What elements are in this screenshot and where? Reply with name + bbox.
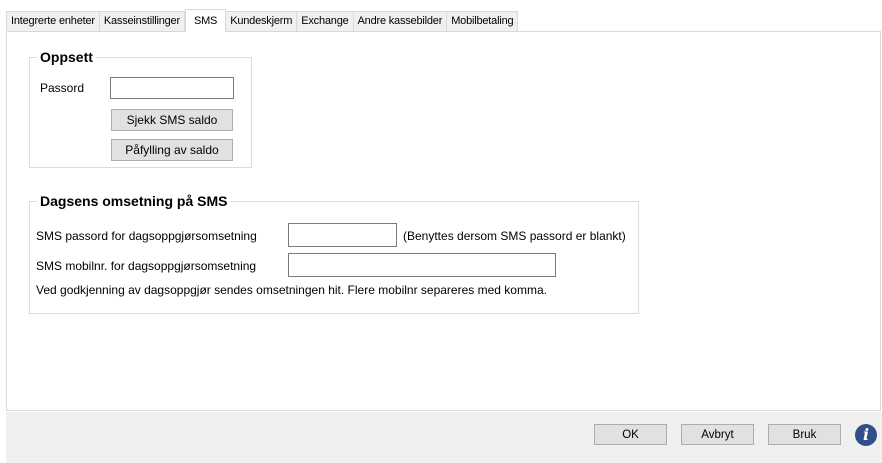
check-sms-balance-button[interactable]: Sjekk SMS saldo: [111, 109, 233, 131]
tab-panel-sms: Oppsett Passord Sjekk SMS saldo Påfyllin…: [6, 31, 881, 411]
tab-exchange[interactable]: Exchange: [297, 11, 354, 31]
cancel-button[interactable]: Avbryt: [681, 424, 754, 445]
tab-integrerte-enheter[interactable]: Integrerte enheter: [6, 11, 100, 31]
topup-balance-button[interactable]: Påfylling av saldo: [111, 139, 233, 161]
daily-password-label: SMS passord for dagsoppgjørsomsetning: [36, 229, 257, 243]
info-icon[interactable]: i: [855, 424, 877, 446]
password-input[interactable]: [110, 77, 234, 99]
tab-andre-kassebilder[interactable]: Andre kassebilder: [353, 11, 448, 31]
daily-mobile-input[interactable]: [288, 253, 556, 277]
setup-group: Oppsett Passord Sjekk SMS saldo Påfyllin…: [29, 49, 252, 168]
daily-note: Ved godkjenning av dagsoppgjør sendes om…: [36, 283, 547, 297]
tab-kundeskjerm[interactable]: Kundeskjerm: [226, 11, 298, 31]
tab-sms[interactable]: SMS: [184, 9, 227, 32]
setup-group-title: Oppsett: [37, 49, 96, 65]
settings-window: Integrerte enheter Kasseinstillinger SMS…: [0, 0, 882, 463]
daily-revenue-group-title: Dagsens omsetning på SMS: [37, 193, 231, 209]
daily-mobile-label: SMS mobilnr. for dagsoppgjørsomsetning: [36, 259, 257, 273]
daily-password-input[interactable]: [288, 223, 397, 247]
daily-revenue-group: Dagsens omsetning på SMS SMS passord for…: [29, 193, 639, 314]
daily-password-hint: (Benyttes dersom SMS passord er blankt): [403, 229, 626, 243]
password-label: Passord: [40, 81, 85, 95]
ok-button[interactable]: OK: [594, 424, 667, 445]
tab-mobilbetaling[interactable]: Mobilbetaling: [447, 11, 519, 31]
footer-bar: OK Avbryt Bruk: [6, 412, 882, 463]
tab-strip: Integrerte enheter Kasseinstillinger SMS…: [6, 9, 519, 32]
apply-button[interactable]: Bruk: [768, 424, 841, 445]
tab-kasseinstillinger[interactable]: Kasseinstillinger: [99, 11, 185, 31]
